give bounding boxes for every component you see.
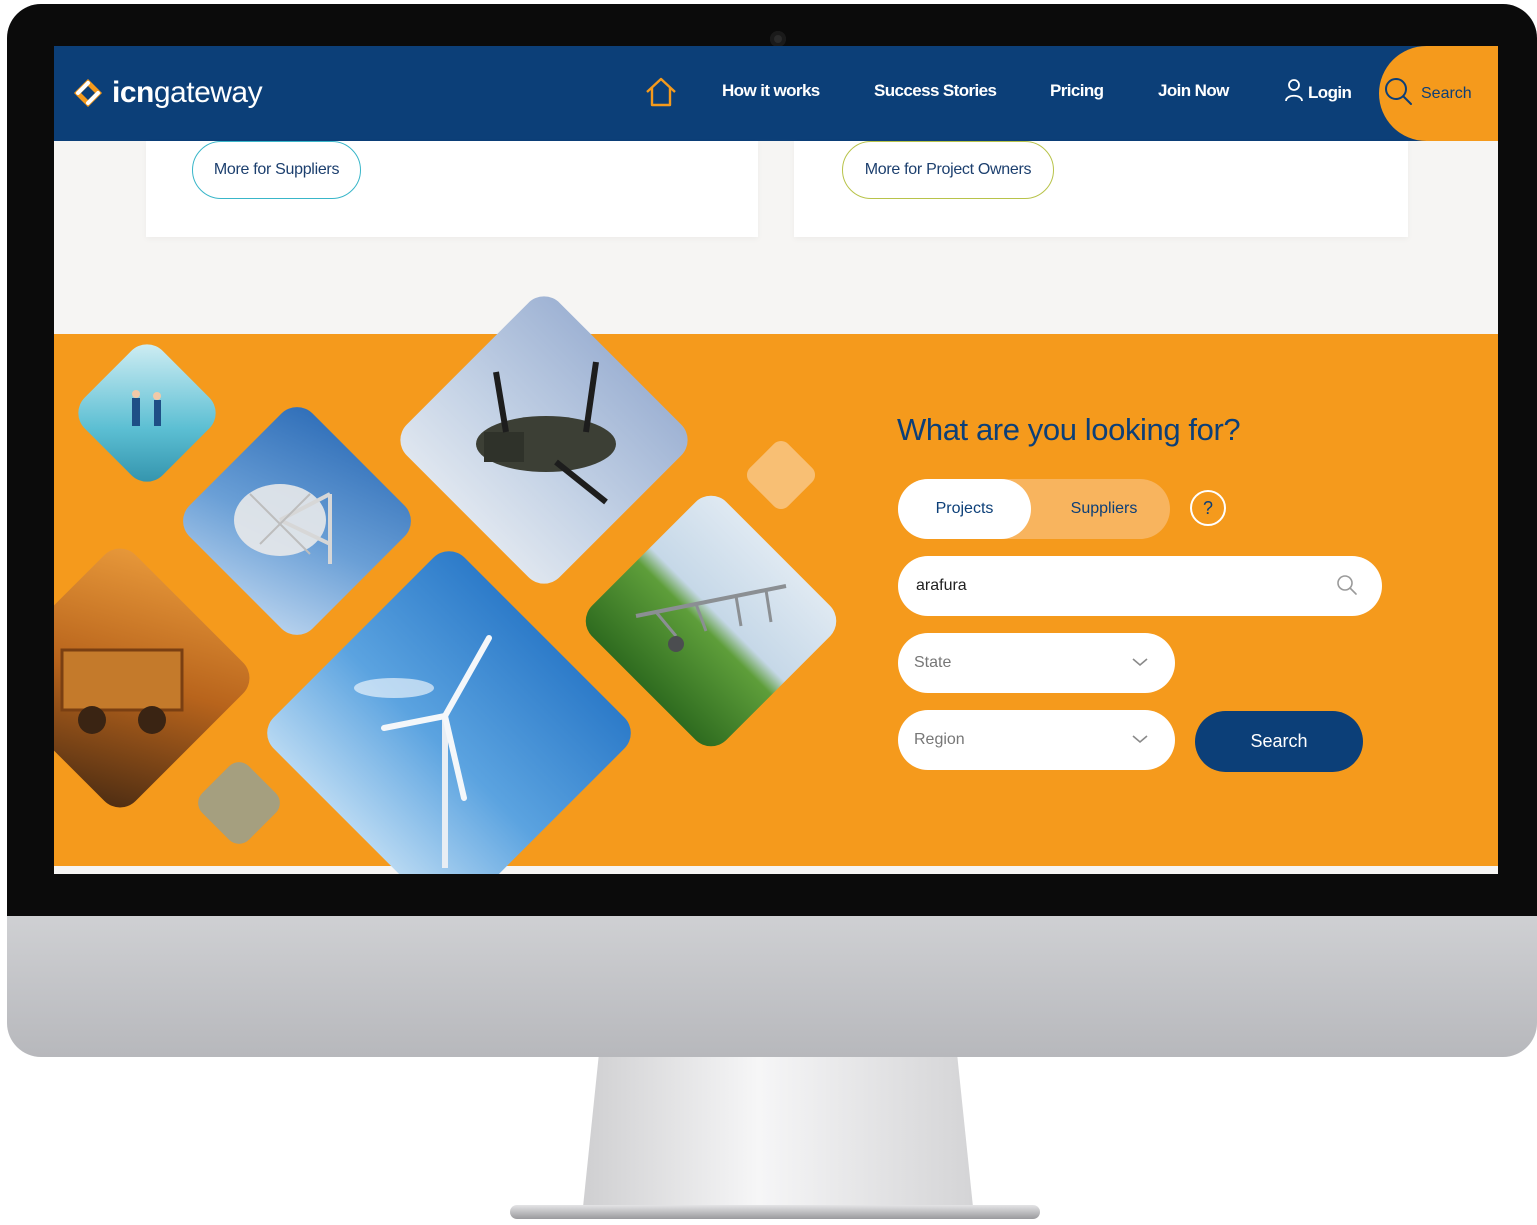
monitor-stand bbox=[583, 1057, 973, 1207]
search-heading: What are you looking for? bbox=[897, 412, 1241, 447]
monitor-stand-base bbox=[510, 1205, 1040, 1219]
more-for-project-owners-button[interactable]: More for Project Owners bbox=[842, 141, 1054, 199]
login-link[interactable]: Login bbox=[1284, 78, 1352, 107]
search-submit-button[interactable]: Search bbox=[1195, 711, 1363, 772]
logo-wordmark: icngateway bbox=[112, 76, 263, 109]
monitor-chin bbox=[7, 916, 1537, 1057]
nav-success-stories[interactable]: Success Stories bbox=[874, 81, 997, 101]
tab-suppliers[interactable]: Suppliers bbox=[1038, 479, 1170, 539]
logo-icon bbox=[72, 77, 104, 109]
top-navigation: icngateway How it works Success Stories … bbox=[54, 46, 1498, 141]
logo[interactable]: icngateway bbox=[72, 76, 263, 110]
home-icon[interactable] bbox=[644, 76, 678, 108]
keyword-search-field bbox=[898, 556, 1382, 616]
suppliers-card: More for Suppliers bbox=[146, 141, 758, 237]
header-search-button[interactable]: Search bbox=[1379, 46, 1498, 141]
nav-join-now[interactable]: Join Now bbox=[1158, 81, 1229, 101]
webcam bbox=[770, 31, 786, 47]
login-label: Login bbox=[1308, 82, 1352, 102]
nav-pricing[interactable]: Pricing bbox=[1050, 81, 1104, 101]
more-for-suppliers-button[interactable]: More for Suppliers bbox=[192, 141, 361, 199]
project-owners-card: More for Project Owners bbox=[794, 141, 1408, 237]
browser-screen: icngateway How it works Success Stories … bbox=[54, 46, 1498, 874]
nav-how-it-works[interactable]: How it works bbox=[722, 81, 820, 101]
search-icon bbox=[1383, 76, 1413, 111]
state-select[interactable]: State bbox=[898, 633, 1175, 693]
header-search-label: Search bbox=[1421, 84, 1472, 102]
region-select-value: Region bbox=[914, 731, 965, 748]
region-select[interactable]: Region bbox=[898, 710, 1175, 770]
chevron-down-icon bbox=[1131, 732, 1149, 750]
keyword-search-input[interactable] bbox=[914, 576, 1298, 596]
help-icon[interactable]: ? bbox=[1190, 490, 1226, 526]
search-type-toggle: Projects Suppliers bbox=[898, 479, 1170, 539]
chevron-down-icon bbox=[1131, 655, 1149, 673]
search-icon bbox=[1336, 574, 1358, 601]
tab-projects[interactable]: Projects bbox=[898, 479, 1031, 539]
user-icon bbox=[1284, 78, 1304, 107]
state-select-value: State bbox=[914, 654, 952, 671]
